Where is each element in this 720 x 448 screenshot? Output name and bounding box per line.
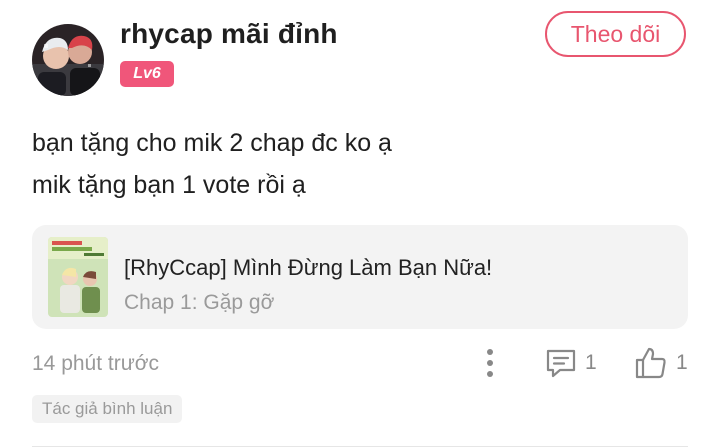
- username[interactable]: rhycap mãi đỉnh: [120, 18, 338, 50]
- comment-icon: [546, 349, 576, 378]
- more-vertical-icon: [487, 349, 493, 377]
- chapter-title: [RhyCcap] Mình Đừng Làm Bạn Nữa!: [124, 255, 493, 280]
- comment-line: mik tặng bạn 1 vote rồi ạ: [32, 171, 306, 199]
- like-button[interactable]: 1: [634, 346, 688, 380]
- reply-count: 1: [585, 351, 597, 374]
- chapter-card[interactable]: [RhyCcap] Mình Đừng Làm Bạn Nữa! Chap 1:…: [32, 225, 688, 329]
- comment-line: bạn tặng cho mik 2 chap đc ko ạ: [32, 129, 392, 157]
- timestamp: 14 phút trước: [32, 352, 160, 375]
- comment-item: rhycap mãi đỉnh Lv6 Theo dõi bạn tặng ch…: [0, 0, 720, 448]
- follow-button[interactable]: Theo dõi: [545, 11, 686, 57]
- avatar[interactable]: [32, 24, 104, 96]
- level-badge: Lv6: [120, 61, 174, 87]
- author-comment-tag: Tác giả bình luận: [32, 395, 183, 423]
- avatar-photo-icon: [32, 24, 104, 96]
- divider: [32, 446, 688, 447]
- reply-button[interactable]: 1: [545, 346, 597, 380]
- chapter-thumbnail: [48, 237, 108, 317]
- comic-cover-thumbnail-icon: [48, 237, 108, 317]
- more-options-button[interactable]: [476, 346, 504, 380]
- thumbs-up-icon: [635, 347, 666, 379]
- chapter-subtitle: Chap 1: Gặp gỡ: [124, 291, 275, 314]
- comment-text: bạn tặng cho mik 2 chap đc ko ạ mik tặng…: [32, 122, 392, 206]
- like-count: 1: [676, 351, 688, 374]
